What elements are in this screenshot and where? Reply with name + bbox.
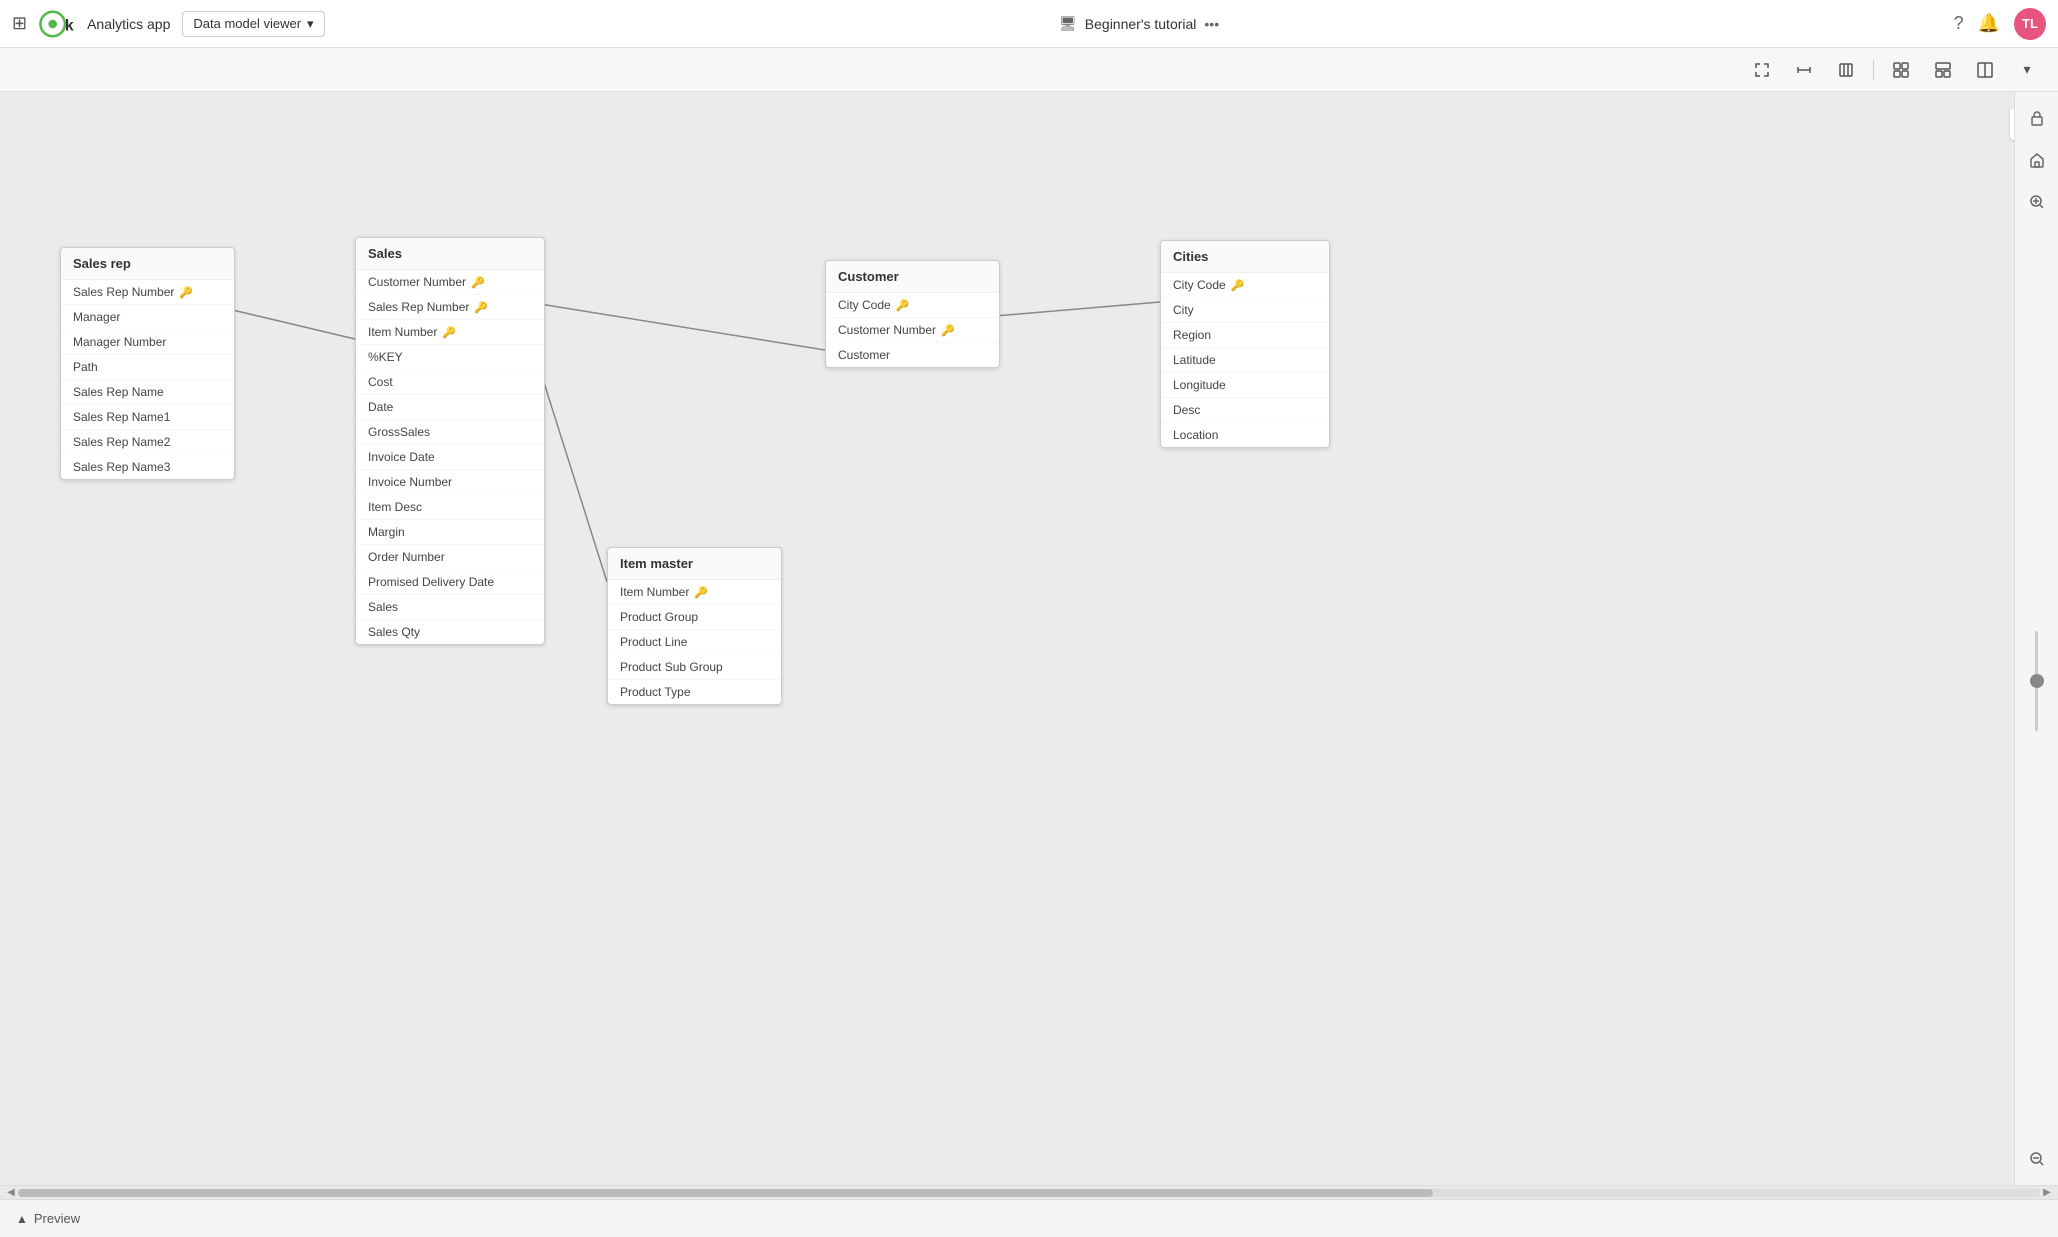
table-card-cities: Cities City Code 🔑 City Region Latitude …	[1160, 240, 1330, 448]
key-icon: 🔑	[1231, 279, 1245, 292]
fit-width-icon[interactable]	[1789, 55, 1819, 85]
key-icon: 🔑	[474, 301, 488, 314]
table-card-customer: Customer City Code 🔑 Customer Number 🔑 C…	[825, 260, 1000, 368]
svg-text:k: k	[65, 17, 74, 34]
table-row[interactable]: Manager Number	[61, 330, 234, 355]
table-row[interactable]: %KEY	[356, 345, 544, 370]
key-icon: 🔑	[694, 586, 708, 599]
more-options-icon[interactable]: •••	[1204, 16, 1219, 32]
table-row[interactable]: Date	[356, 395, 544, 420]
table-row[interactable]: Path	[61, 355, 234, 380]
connections-svg	[0, 92, 2058, 1185]
dropdown-icon[interactable]: ▾	[2012, 55, 2042, 85]
table-header-sales-rep: Sales rep	[61, 248, 234, 280]
table-card-item-master: Item master Item Number 🔑 Product Group …	[607, 547, 782, 705]
key-icon: 🔑	[471, 276, 485, 289]
horizontal-scrollbar[interactable]: ◀ ▶	[0, 1185, 2058, 1199]
table-row[interactable]: Customer Number 🔑	[826, 318, 999, 343]
center-area: 🖥 Beginner's tutorial •••	[337, 15, 1942, 32]
layout-icon-3[interactable]	[1970, 55, 2000, 85]
table-card-sales: Sales Customer Number 🔑 Sales Rep Number…	[355, 237, 545, 645]
table-header-customer: Customer	[826, 261, 999, 293]
table-row[interactable]: GrossSales	[356, 420, 544, 445]
layout-icon-2[interactable]	[1928, 55, 1958, 85]
canvas-area: 🔍 Sales rep Sales Rep Number 🔑 Manager M…	[0, 92, 2058, 1185]
dropdown-arrow-icon: ▾	[307, 16, 314, 32]
table-header-sales: Sales	[356, 238, 544, 270]
zoom-in-icon[interactable]	[2021, 186, 2053, 218]
table-row[interactable]: Desc	[1161, 398, 1329, 423]
zoom-thumb[interactable]	[2030, 674, 2044, 688]
user-avatar[interactable]: TL	[2014, 8, 2046, 40]
table-row[interactable]: Item Number 🔑	[356, 320, 544, 345]
table-row[interactable]: Order Number	[356, 545, 544, 570]
dropdown-label: Data model viewer	[193, 16, 301, 31]
table-row[interactable]: Sales Rep Name3	[61, 455, 234, 479]
fit-all-icon[interactable]	[1831, 55, 1861, 85]
notification-bell-icon[interactable]: 🔔	[1978, 13, 2000, 34]
table-row[interactable]: Product Group	[608, 605, 781, 630]
help-icon[interactable]: ?	[1954, 13, 1964, 34]
table-row[interactable]: Latitude	[1161, 348, 1329, 373]
logo: k	[39, 10, 75, 38]
table-row[interactable]: Sales Rep Number 🔑	[356, 295, 544, 320]
key-icon: 🔑	[896, 299, 910, 312]
table-row[interactable]: Manager	[61, 305, 234, 330]
lock-icon[interactable]	[2021, 102, 2053, 134]
home-icon[interactable]	[2021, 144, 2053, 176]
table-row[interactable]: Invoice Date	[356, 445, 544, 470]
table-row[interactable]: Customer Number 🔑	[356, 270, 544, 295]
table-header-item-master: Item master	[608, 548, 781, 580]
key-icon: 🔑	[442, 326, 456, 339]
table-row[interactable]: Sales Qty	[356, 620, 544, 644]
table-row[interactable]: Sales	[356, 595, 544, 620]
table-header-cities: Cities	[1161, 241, 1329, 273]
zoom-slider[interactable]	[2035, 228, 2038, 1133]
table-row[interactable]: Item Desc	[356, 495, 544, 520]
scrollbar-thumb[interactable]	[18, 1189, 1433, 1197]
scroll-right-btn[interactable]: ▶	[2040, 1187, 2054, 1198]
table-row[interactable]: Sales Rep Name1	[61, 405, 234, 430]
top-nav: ⊞ k Analytics app Data model viewer ▾ 🖥 …	[0, 0, 2058, 48]
table-row[interactable]: City Code 🔑	[1161, 273, 1329, 298]
topnav-right-actions: ? 🔔 TL	[1954, 8, 2046, 40]
grid-menu-icon[interactable]: ⊞	[12, 13, 27, 34]
table-row[interactable]: Item Number 🔑	[608, 580, 781, 605]
layout-icon-1[interactable]	[1886, 55, 1916, 85]
table-row[interactable]: Longitude	[1161, 373, 1329, 398]
fit-to-selection-icon[interactable]	[1747, 55, 1777, 85]
preview-arrow-icon: ▲	[16, 1212, 28, 1226]
table-row[interactable]: Sales Rep Name2	[61, 430, 234, 455]
table-row[interactable]: Cost	[356, 370, 544, 395]
table-row[interactable]: Product Sub Group	[608, 655, 781, 680]
table-row[interactable]: Invoice Number	[356, 470, 544, 495]
data-model-viewer-dropdown[interactable]: Data model viewer ▾	[182, 11, 324, 37]
table-row[interactable]: Customer	[826, 343, 999, 367]
scrollbar-track[interactable]	[18, 1189, 2040, 1197]
table-row[interactable]: Location	[1161, 423, 1329, 447]
table-row[interactable]: Margin	[356, 520, 544, 545]
app-name-label: Analytics app	[87, 16, 170, 32]
table-row[interactable]: Promised Delivery Date	[356, 570, 544, 595]
table-card-sales-rep: Sales rep Sales Rep Number 🔑 Manager Man…	[60, 247, 235, 480]
preview-bar[interactable]: ▲ Preview	[0, 1199, 2058, 1237]
toolbar: ▾	[0, 48, 2058, 92]
table-row[interactable]: City	[1161, 298, 1329, 323]
table-row[interactable]: City Code 🔑	[826, 293, 999, 318]
table-row[interactable]: Sales Rep Name	[61, 380, 234, 405]
key-icon: 🔑	[179, 286, 193, 299]
right-sidebar	[2014, 92, 2058, 1185]
zoom-out-icon[interactable]	[2021, 1143, 2053, 1175]
toolbar-divider	[1873, 60, 1874, 80]
preview-label: Preview	[34, 1211, 80, 1226]
scroll-left-btn[interactable]: ◀	[4, 1187, 18, 1198]
table-row[interactable]: Region	[1161, 323, 1329, 348]
table-row[interactable]: Product Line	[608, 630, 781, 655]
tutorial-icon: 🖥	[1059, 15, 1077, 32]
qlik-logo-svg: k	[39, 10, 75, 38]
table-row[interactable]: Sales Rep Number 🔑	[61, 280, 234, 305]
key-icon: 🔑	[941, 324, 955, 337]
tutorial-label: Beginner's tutorial	[1085, 16, 1197, 32]
table-row[interactable]: Product Type	[608, 680, 781, 704]
